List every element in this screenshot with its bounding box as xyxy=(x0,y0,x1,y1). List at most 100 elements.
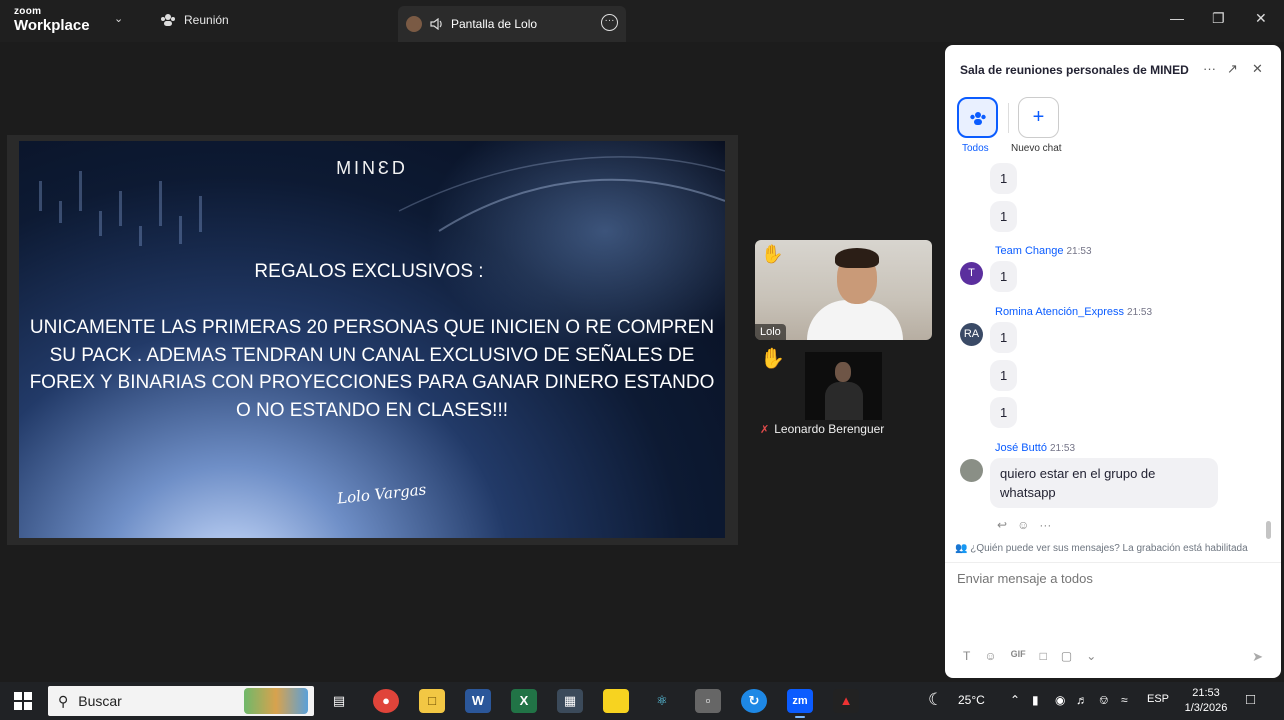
zoom-logo[interactable]: zoom Workplace xyxy=(14,6,90,34)
microphone-icon[interactable]: ⎊ xyxy=(1099,693,1109,708)
video-tile-lolo[interactable]: ✋ Lolo xyxy=(755,240,932,340)
pop-out-icon[interactable]: ↗ xyxy=(1227,61,1238,77)
message-bubble[interactable]: 1 xyxy=(990,261,1018,292)
language-indicator[interactable]: ESP xyxy=(1147,693,1169,705)
chat-panel: Sala de reuniones personales de MINED ··… xyxy=(945,45,1281,678)
chat-scrollbar[interactable] xyxy=(1266,521,1271,539)
message-composer: T ☺ GIF □ ▢ ⌄ ➤ xyxy=(945,562,1281,678)
message-time: 21:53 xyxy=(1127,307,1153,318)
tab-meeting[interactable]: Reunión xyxy=(160,13,229,27)
privacy-notice[interactable]: 👥 ¿Quién puede ver sus mensajes? La grab… xyxy=(955,543,1248,554)
reply-icon[interactable]: ↩ xyxy=(997,518,1007,532)
message-time: 21:53 xyxy=(1066,246,1092,257)
message-sender: Team Change 21:53 xyxy=(995,245,1092,257)
video-tile-leonardo[interactable] xyxy=(805,352,882,420)
raised-hand-icon: ✋ xyxy=(761,244,784,264)
new-chat-button[interactable]: + xyxy=(1018,97,1059,138)
format-text-icon[interactable]: T xyxy=(963,649,970,663)
avatar: T xyxy=(960,262,983,285)
sticky-notes-icon[interactable] xyxy=(603,689,629,713)
slide-body-line: UNICAMENTE LAS PRIMERAS 20 PERSONAS QUE … xyxy=(29,317,715,338)
emoji-icon[interactable]: ☺ xyxy=(984,649,996,663)
raised-hand-icon: ✋ xyxy=(760,348,785,370)
message-list: 1 1 Team Change 21:53 T 1 Romina Atención… xyxy=(945,163,1281,538)
search-icon: ⚲ xyxy=(58,692,69,709)
slide-title: REGALOS EXCLUSIVOS : xyxy=(254,261,484,282)
message-bubble[interactable]: 1 xyxy=(990,360,1018,391)
brand-top: zoom xyxy=(14,6,42,17)
send-icon[interactable]: ➤ xyxy=(1252,649,1263,665)
composer-toolbar: T ☺ GIF □ ▢ ⌄ xyxy=(963,649,1096,663)
participant-name: Leonardo Berenguer xyxy=(774,422,885,436)
app-icon[interactable]: ▲ xyxy=(833,689,859,713)
chevron-down-icon[interactable]: ⌄ xyxy=(114,12,123,25)
message-bubble[interactable]: 1 xyxy=(990,201,1018,232)
app-icon[interactable]: ▫ xyxy=(695,689,721,713)
more-options-icon[interactable]: ··· xyxy=(601,14,618,31)
more-options-icon[interactable]: ··· xyxy=(1203,61,1216,76)
zoom-icon[interactable]: zm xyxy=(787,689,813,718)
wifi-icon[interactable]: ≈ xyxy=(1121,693,1128,707)
camera-icon[interactable]: ◉ xyxy=(1055,693,1065,707)
close-icon[interactable]: ✕ xyxy=(1252,61,1263,77)
restore-icon[interactable]: ❐ xyxy=(1212,10,1225,27)
chevron-up-icon[interactable]: ⌃ xyxy=(1010,693,1020,707)
notifications-icon[interactable]: □ xyxy=(1246,691,1255,708)
add-reaction-icon[interactable]: ☺ xyxy=(1017,518,1029,532)
battery-icon[interactable]: ▮ xyxy=(1032,693,1039,707)
new-chat-label: Nuevo chat xyxy=(1011,143,1062,154)
file-icon[interactable]: □ xyxy=(1040,649,1047,663)
volume-icon[interactable]: ♬ xyxy=(1076,693,1088,707)
task-view-icon[interactable]: ▤ xyxy=(326,689,352,713)
speaker-icon xyxy=(430,18,442,30)
tab-all[interactable] xyxy=(957,97,998,138)
clock-date: 1/3/2026 xyxy=(1184,702,1228,714)
slide-body-line: O NO ESTANDO EN CLASES!!! xyxy=(235,399,509,421)
video-person-shirt xyxy=(807,300,903,340)
message-input[interactable] xyxy=(957,571,1257,586)
brand-bottom: Workplace xyxy=(14,17,90,34)
weather-icon[interactable]: ☾ xyxy=(928,690,943,710)
chevron-down-icon[interactable]: ⌄ xyxy=(1086,649,1096,663)
sender-name: Romina Atención_Express xyxy=(995,306,1125,318)
tab-divider xyxy=(1008,103,1009,133)
plus-icon: + xyxy=(1032,106,1045,128)
tab-screen-share[interactable]: Pantalla de Lolo ··· xyxy=(398,6,626,42)
video-person-head xyxy=(835,362,851,382)
word-icon[interactable]: W xyxy=(465,689,491,713)
message-bubble[interactable]: 1 xyxy=(990,397,1018,428)
excel-icon[interactable]: X xyxy=(511,689,537,713)
more-options-icon[interactable]: ··· xyxy=(1039,518,1051,532)
chat-title: Sala de reuniones personales de MINED xyxy=(960,63,1189,77)
mic-muted-icon: ✗ xyxy=(760,423,770,436)
minimize-icon[interactable]: — xyxy=(1170,10,1184,26)
participants-icon xyxy=(969,112,986,125)
message-sender: José Buttó 21:53 xyxy=(995,442,1075,454)
chrome-icon[interactable]: ● xyxy=(373,689,399,713)
message-time: 21:53 xyxy=(1049,443,1076,454)
screenshot-icon[interactable]: ▢ xyxy=(1061,649,1072,663)
react-icon[interactable]: ⚛ xyxy=(649,689,675,713)
windows-start-icon[interactable] xyxy=(14,692,32,710)
privacy-notice-text: ¿Quién puede ver sus mensajes? La grabac… xyxy=(970,543,1248,554)
gif-icon[interactable]: GIF xyxy=(1011,649,1026,663)
participant-label: ✗ Leonardo Berenguer xyxy=(760,422,884,436)
slide-body-line: SU PACK . ADEMAS TENDRAN UN CANAL EXCLUS… xyxy=(49,344,695,366)
sharer-avatar xyxy=(406,16,422,32)
presentation-slide: MINƐD REGALOS EXCLUSIVOS : UNICAMENTE LA… xyxy=(19,141,725,538)
file-explorer-icon[interactable]: □ xyxy=(419,689,445,713)
participant-name: Lolo xyxy=(755,324,786,340)
message-bubble[interactable]: quiero estar en el grupo de whatsapp xyxy=(990,458,1218,508)
clock-time: 21:53 xyxy=(1192,687,1220,699)
message-bubble[interactable]: 1 xyxy=(990,322,1018,353)
tab-screen-share-label: Pantalla de Lolo xyxy=(451,17,538,31)
clock[interactable]: 21:53 1/3/2026 xyxy=(1183,686,1229,716)
temperature[interactable]: 25°C xyxy=(958,693,985,707)
close-icon[interactable]: ✕ xyxy=(1255,10,1267,27)
sender-name: Team Change xyxy=(995,245,1064,257)
message-bubble[interactable]: 1 xyxy=(990,163,1018,194)
calculator-icon[interactable]: ▦ xyxy=(557,689,583,713)
chat-tabs: + Todos Nuevo chat xyxy=(945,97,1281,159)
sync-icon[interactable]: ↻ xyxy=(741,689,767,713)
taskbar-search[interactable]: ⚲ Buscar xyxy=(48,686,314,716)
